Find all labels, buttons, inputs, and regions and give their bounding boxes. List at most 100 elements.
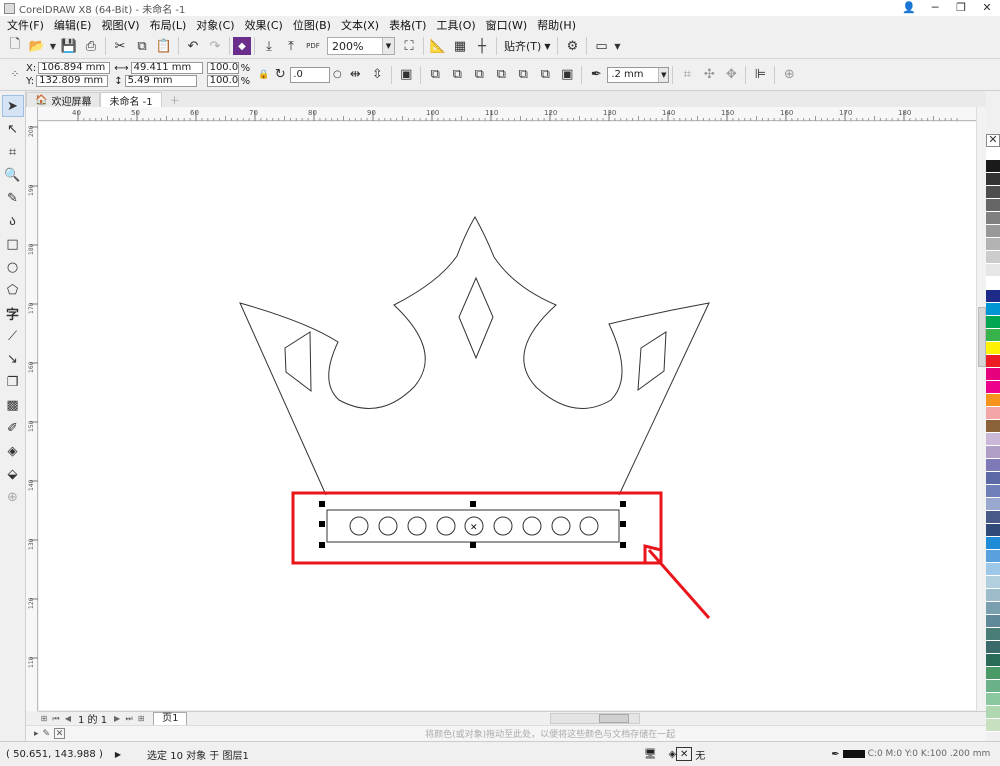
color-swatch[interactable]	[986, 667, 1000, 680]
menu-object[interactable]: 对象(C)	[191, 17, 239, 33]
height-input[interactable]: 5.49 mm	[124, 75, 197, 87]
color-swatch[interactable]	[986, 693, 1000, 706]
full-screen-icon[interactable]: ⛶	[398, 35, 420, 57]
color-swatch[interactable]	[986, 355, 1000, 368]
color-swatch[interactable]	[986, 511, 1000, 524]
mirror-vertical-icon[interactable]: ⇳	[366, 64, 388, 86]
x-position-input[interactable]: 106.894 mm	[38, 62, 111, 74]
import-icon[interactable]: ⤓	[258, 35, 280, 57]
front-minus-back-icon[interactable]: ⧉	[512, 64, 534, 86]
menu-file[interactable]: 文件(F)	[2, 17, 49, 33]
color-swatch[interactable]	[986, 472, 1000, 485]
color-proofing-icon[interactable]: 🖥	[644, 749, 657, 760]
color-swatch[interactable]	[986, 524, 1000, 537]
color-swatch[interactable]	[986, 186, 1000, 199]
create-boundary-icon[interactable]: ▣	[556, 64, 578, 86]
color-swatch[interactable]	[986, 173, 1000, 186]
scale-y-input[interactable]: 100.0	[206, 75, 239, 87]
export-icon[interactable]: ⤒	[280, 35, 302, 57]
outline-pen-status-icon[interactable]: ✒	[831, 749, 839, 760]
application-launcher-icon[interactable]: ▭	[590, 35, 612, 57]
prev-page-icon[interactable]: ◀	[62, 714, 74, 723]
color-swatch[interactable]	[986, 537, 1000, 550]
open-dropdown-icon[interactable]: ▼	[48, 35, 58, 57]
drop-shadow-tool-icon[interactable]: ❐	[2, 371, 24, 393]
add-page-after-icon[interactable]: ⊞	[135, 714, 147, 723]
freehand-tool-icon[interactable]: ✎	[2, 187, 24, 209]
menu-text[interactable]: 文本(X)	[336, 17, 384, 33]
color-swatch[interactable]	[986, 277, 1000, 290]
color-swatch[interactable]	[986, 446, 1000, 459]
handle-mid-left[interactable]	[319, 521, 325, 527]
connector-tool-icon[interactable]: ↘	[2, 348, 24, 370]
color-swatch[interactable]	[986, 563, 1000, 576]
ellipse-tool-icon[interactable]: ○	[2, 256, 24, 278]
color-swatch[interactable]	[986, 485, 1000, 498]
bead[interactable]	[551, 516, 571, 536]
color-swatch[interactable]	[986, 459, 1000, 472]
add-icon[interactable]: ⊕	[778, 64, 800, 86]
handle-bottom-center[interactable]	[470, 542, 476, 548]
color-swatch[interactable]	[986, 199, 1000, 212]
bead[interactable]	[522, 516, 542, 536]
open-icon[interactable]: 📂	[26, 35, 48, 57]
options-gear-icon[interactable]: ⚙	[561, 35, 583, 57]
color-swatch[interactable]	[986, 407, 1000, 420]
save-icon[interactable]: 💾	[58, 35, 80, 57]
color-swatch[interactable]	[986, 147, 1000, 160]
parallel-dimension-tool-icon[interactable]: ⟋	[2, 325, 24, 347]
palette-flyout-icon[interactable]: ▸	[34, 729, 39, 739]
handle-top-center[interactable]	[470, 501, 476, 507]
paste-icon[interactable]: 📋	[153, 35, 175, 57]
color-swatch[interactable]	[986, 303, 1000, 316]
next-page-icon[interactable]: ▶	[111, 714, 123, 723]
color-swatch[interactable]	[986, 498, 1000, 511]
bead[interactable]	[349, 516, 369, 536]
horizontal-scrollbar[interactable]	[550, 713, 640, 724]
width-input[interactable]: 49.411 mm	[130, 62, 203, 74]
mirror-horizontal-icon[interactable]: ⇹	[344, 64, 366, 86]
launcher-dropdown-icon[interactable]: ▼	[612, 35, 622, 57]
polygon-tool-icon[interactable]: ⬠	[2, 279, 24, 301]
zoom-level-select[interactable]: 200% ▼	[327, 37, 395, 55]
horizontal-ruler[interactable]: 40 50 60 70 80 90 100 110 120 130 140 150 160 170 180	[38, 107, 986, 121]
text-tool-icon[interactable]: 字	[2, 302, 24, 324]
menu-table[interactable]: 表格(T)	[384, 17, 431, 33]
no-color-swatch[interactable]: ✕	[986, 134, 1000, 147]
artistic-media-tool-icon[interactable]: ა	[2, 210, 24, 232]
color-swatch[interactable]	[986, 641, 1000, 654]
center-diamond[interactable]	[458, 276, 494, 360]
handle-bottom-right[interactable]	[620, 542, 626, 548]
transparency-tool-icon[interactable]: ▩	[2, 394, 24, 416]
bead[interactable]	[436, 516, 456, 536]
color-swatch[interactable]	[986, 433, 1000, 446]
handle-top-right[interactable]	[620, 501, 626, 507]
interactive-fill-tool-icon[interactable]: ◈	[2, 440, 24, 462]
color-swatch[interactable]	[986, 589, 1000, 602]
color-swatch[interactable]	[986, 251, 1000, 264]
color-swatch[interactable]	[986, 615, 1000, 628]
trim-icon[interactable]: ⧉	[446, 64, 468, 86]
horizontal-scroll-thumb[interactable]	[599, 714, 629, 723]
print-icon[interactable]: ⎙	[80, 35, 102, 57]
pick-tool-icon[interactable]: ➤	[1, 95, 24, 117]
handle-mid-right[interactable]	[620, 521, 626, 527]
close-button[interactable]: ✕	[974, 0, 1000, 16]
status-expand-icon[interactable]: ▶	[115, 750, 121, 759]
tab-document[interactable]: 未命名 -1	[100, 92, 162, 108]
bead[interactable]	[493, 516, 513, 536]
menu-window[interactable]: 窗口(W)	[481, 17, 532, 33]
menu-view[interactable]: 视图(V)	[96, 17, 144, 33]
search-content-icon[interactable]: ◆	[233, 37, 251, 55]
bead[interactable]	[579, 516, 599, 536]
cut-icon[interactable]: ✂	[109, 35, 131, 57]
menu-tools[interactable]: 工具(O)	[431, 17, 480, 33]
scale-x-input[interactable]: 100.0	[206, 62, 239, 74]
color-swatch[interactable]	[986, 602, 1000, 615]
vertical-scroll-thumb[interactable]	[978, 307, 986, 367]
first-page-icon[interactable]: ⏮	[50, 714, 62, 724]
menu-bitmaps[interactable]: 位图(B)	[288, 17, 336, 33]
eyedropper-icon[interactable]: ✎	[43, 729, 51, 739]
quick-trace-icon[interactable]: ✣	[698, 64, 720, 86]
snap-to-dropdown[interactable]: 贴齐(T) ▼	[500, 38, 554, 54]
